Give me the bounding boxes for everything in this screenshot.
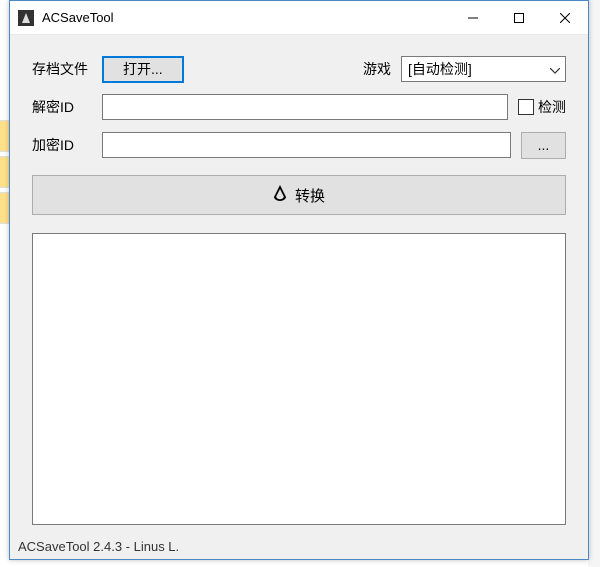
label-save-file: 存档文件 [32,59,92,79]
convert-label: 转换 [295,185,325,206]
app-window: ACSaveTool 存档文件 打开... 游戏 [自动检测] [9,0,589,560]
app-icon [18,10,34,26]
label-decrypt-id: 解密ID [32,97,92,117]
label-detect: 检测 [538,97,566,117]
log-textarea[interactable] [32,233,566,525]
encrypt-id-input[interactable] [102,132,511,158]
open-button[interactable]: 打开... [102,56,184,83]
maximize-button[interactable] [496,1,542,34]
browse-button[interactable]: ... [521,132,566,159]
row-decrypt-id: 解密ID 检测 [32,93,566,121]
detect-checkbox-wrap[interactable]: 检测 [518,97,566,117]
minimize-button[interactable] [450,1,496,34]
game-select-value: [自动检测] [401,56,566,82]
close-button[interactable] [542,1,588,34]
label-encrypt-id: 加密ID [32,135,92,155]
detect-checkbox[interactable] [518,99,534,115]
titlebar[interactable]: ACSaveTool [10,1,588,35]
status-text: ACSaveTool 2.4.3 - Linus L. [18,539,179,554]
window-title: ACSaveTool [42,10,450,25]
convert-icon [273,185,287,205]
background-edge [588,0,600,567]
row-encrypt-id: 加密ID ... [32,131,566,159]
label-game: 游戏 [363,59,391,79]
convert-button[interactable]: 转换 [32,175,566,215]
row-save-file: 存档文件 打开... 游戏 [自动检测] [32,55,566,83]
decrypt-id-input[interactable] [102,94,508,120]
game-select[interactable]: [自动检测] [401,56,566,82]
client-area: 存档文件 打开... 游戏 [自动检测] 解密ID 检测 加密ID ... [10,35,588,533]
status-bar: ACSaveTool 2.4.3 - Linus L. [10,533,588,559]
window-controls [450,1,588,34]
